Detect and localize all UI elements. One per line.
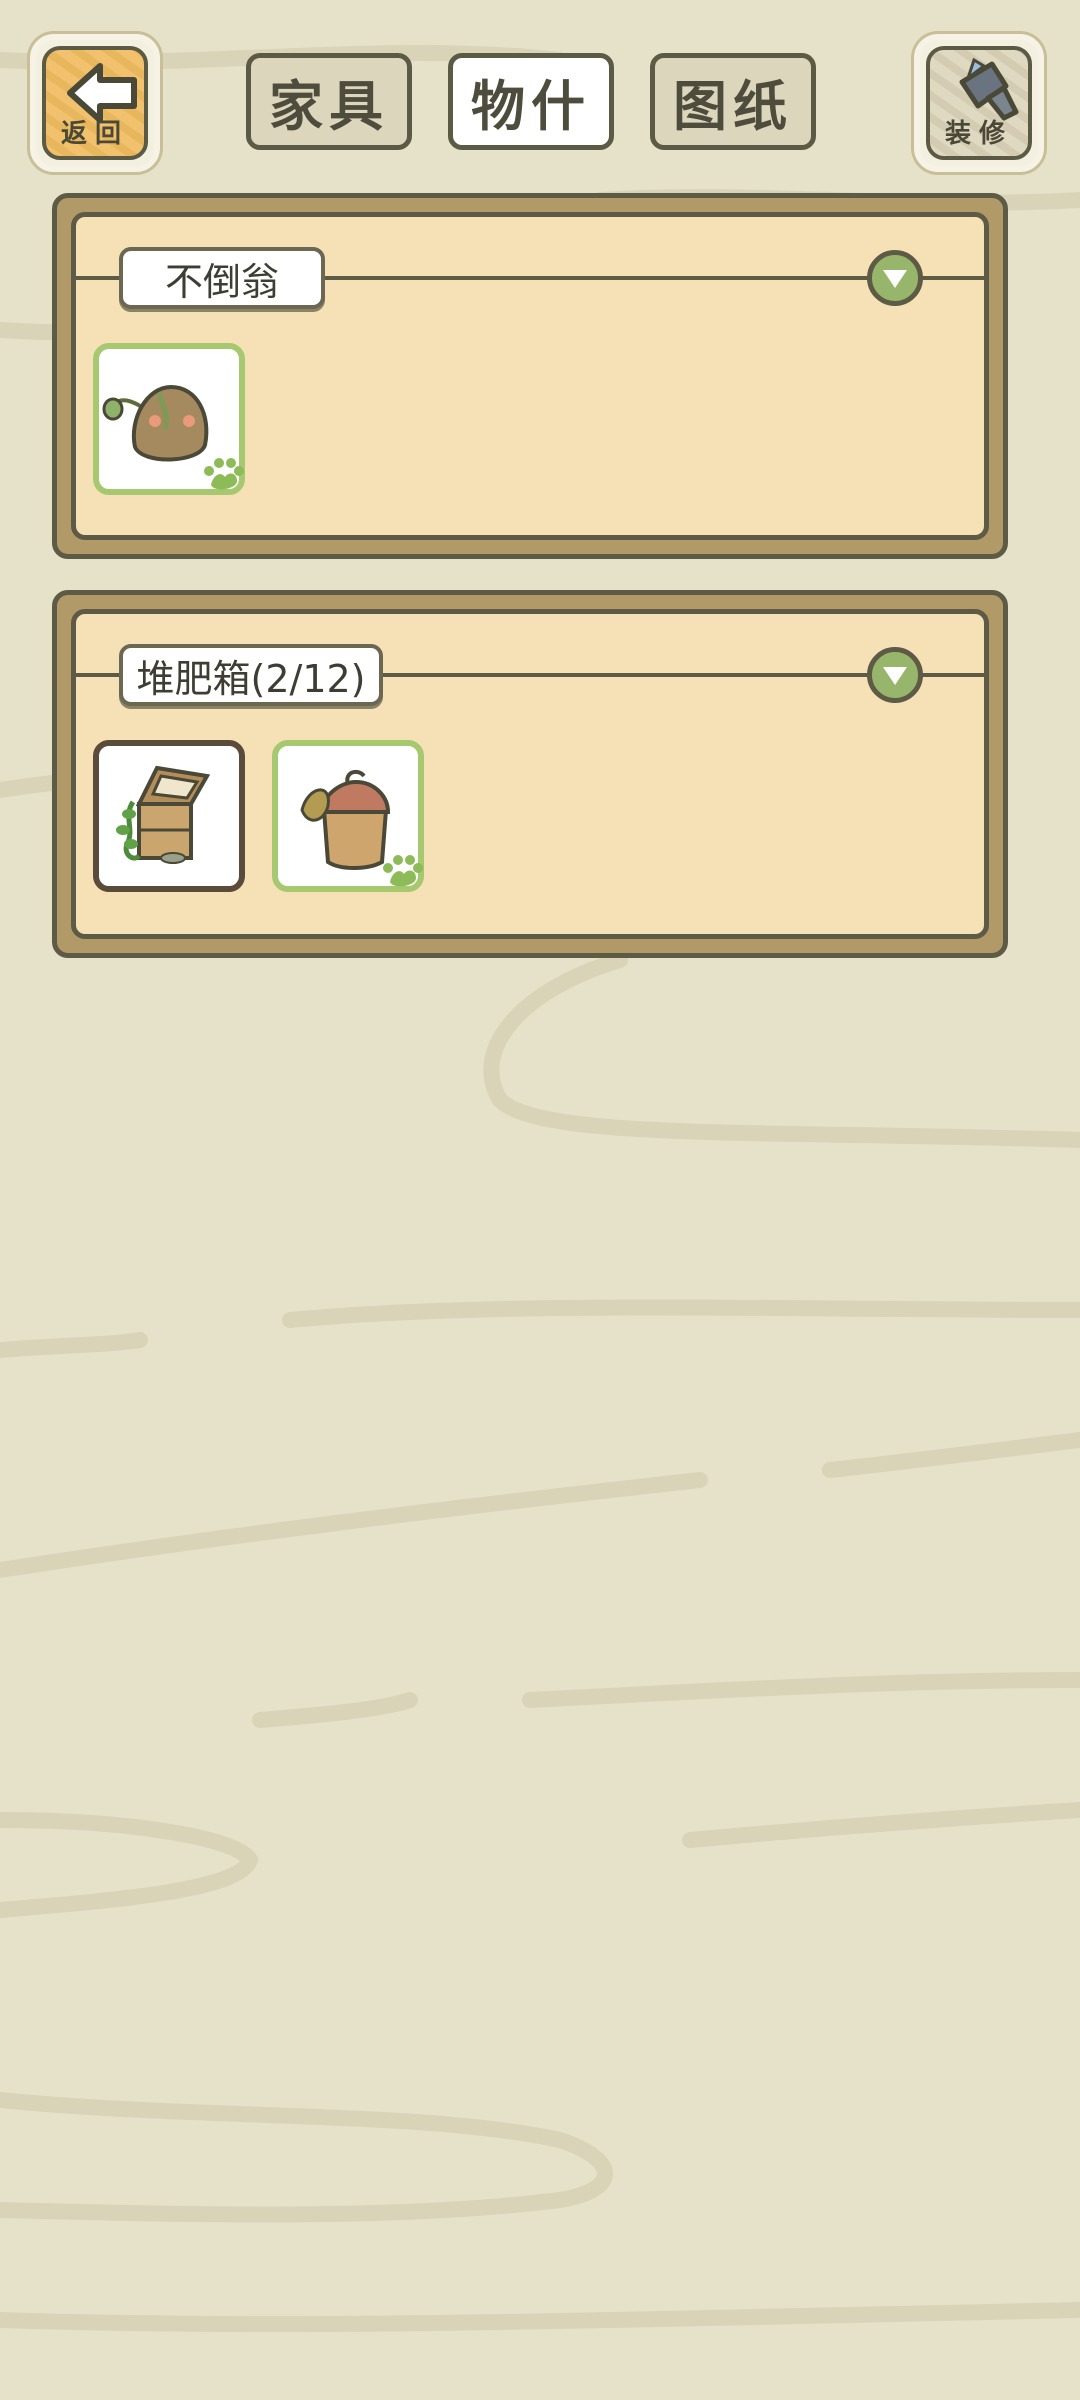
item-compost-bag[interactable] [272,740,424,892]
chevron-down-icon [883,667,907,685]
collapse-button[interactable] [867,647,923,703]
tab-furniture[interactable]: 家具 [246,53,412,150]
section-tumbler: 不倒翁 [52,193,1008,559]
tab-items[interactable]: 物什 [448,53,614,150]
chevron-down-icon [883,270,907,288]
compost-box-icon [116,765,211,864]
item-tumbler[interactable] [93,343,245,495]
back-button[interactable]: 返回 [30,34,160,172]
decorate-button-label: 装修 [944,119,1013,149]
frog-paw-icon [383,855,423,887]
back-button-face: 返回 [42,46,148,160]
section-title: 不倒翁 [119,247,325,309]
frog-paw-icon [204,458,244,490]
back-button-label: 返回 [60,119,129,149]
collapse-button[interactable] [867,250,923,306]
decorate-button-face: 装修 [926,46,1032,160]
decorate-button[interactable]: 装修 [914,34,1044,172]
item-compost-box[interactable] [93,740,245,892]
section-title: 堆肥箱(2/12) [119,644,383,706]
tab-blueprints[interactable]: 图纸 [650,53,816,150]
section-compost-box: 堆肥箱(2/12) [52,590,1008,958]
